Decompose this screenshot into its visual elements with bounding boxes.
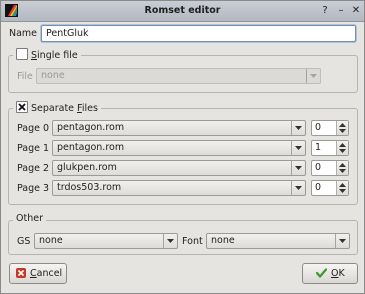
page-0-combo[interactable]: pentagon.rom <box>52 120 306 136</box>
chevron-down-icon <box>335 234 349 248</box>
page-0-number: 0 <box>315 122 322 133</box>
romset-editor-window: Romset editor ? – ✕ Name PentGluk Single… <box>0 0 365 294</box>
page-0-spinbox[interactable]: 0 <box>311 120 349 136</box>
page-3-label: Page 3 <box>17 183 50 194</box>
minimize-icon[interactable]: – <box>335 5 347 17</box>
page-3-file: trdos503.rom <box>57 182 122 193</box>
single-file-checkbox[interactable] <box>16 48 28 60</box>
cancel-label: Cancel <box>30 268 63 279</box>
name-label: Name <box>9 28 38 39</box>
name-value: PentGluk <box>46 28 89 39</box>
close-icon[interactable]: ✕ <box>350 5 362 17</box>
page-2-spinbox[interactable]: 0 <box>311 160 349 176</box>
page-1-label: Page 1 <box>17 143 50 154</box>
file-combo: none <box>36 68 321 84</box>
separate-files-checkbox[interactable] <box>16 101 28 113</box>
font-label: Font <box>182 236 203 247</box>
page-1-spinbox[interactable]: 1 <box>311 140 349 156</box>
separate-files-title-first: Separate <box>31 103 78 114</box>
page-1-number: 1 <box>315 142 322 153</box>
chevron-down-icon <box>291 121 305 135</box>
page-3-number: 0 <box>315 182 322 193</box>
page-1-combo[interactable]: pentagon.rom <box>52 140 306 156</box>
page-2-label: Page 2 <box>17 163 50 174</box>
single-file-title-rest: ingle file <box>37 50 78 61</box>
chevron-down-icon <box>306 69 320 83</box>
page-2-spin-buttons[interactable] <box>336 161 348 175</box>
page-1-file: pentagon.rom <box>57 142 125 153</box>
page-3-spin-buttons[interactable] <box>336 181 348 195</box>
chevron-down-icon <box>163 234 177 248</box>
page-3-spinbox[interactable]: 0 <box>311 180 349 196</box>
gs-combo-value: none <box>39 235 63 246</box>
page-3-combo[interactable]: trdos503.rom <box>52 180 306 196</box>
gs-label: GS <box>17 236 31 247</box>
ok-label: OK <box>331 268 345 279</box>
page-2-number: 0 <box>315 162 322 173</box>
separate-files-header: Separate Files <box>13 101 101 114</box>
ok-icon <box>316 268 327 278</box>
window-title: Romset editor <box>144 5 221 16</box>
cancel-icon <box>16 268 26 278</box>
chevron-down-icon <box>291 181 305 195</box>
other-title: Other <box>13 213 46 224</box>
page-2-combo[interactable]: glukpen.rom <box>52 160 306 176</box>
cancel-button[interactable]: Cancel <box>9 263 67 284</box>
single-file-header: Single file <box>13 48 81 61</box>
ok-button[interactable]: OK <box>302 263 358 284</box>
chevron-down-icon <box>291 161 305 175</box>
file-combo-value: none <box>41 70 65 81</box>
page-0-file: pentagon.rom <box>57 122 125 133</box>
page-1-spin-buttons[interactable] <box>336 141 348 155</box>
title-bar[interactable]: Romset editor ? – ✕ <box>1 1 364 22</box>
page-2-file: glukpen.rom <box>57 162 117 173</box>
separate-files-title-rest: iles <box>81 103 98 114</box>
name-input[interactable]: PentGluk <box>41 25 356 42</box>
chevron-down-icon <box>291 141 305 155</box>
file-label: File <box>17 71 33 82</box>
font-combo[interactable]: none <box>206 233 350 249</box>
page-0-label: Page 0 <box>17 123 50 134</box>
page-0-spin-buttons[interactable] <box>336 121 348 135</box>
gs-combo[interactable]: none <box>34 233 178 249</box>
help-icon[interactable]: ? <box>319 5 331 17</box>
font-combo-value: none <box>211 235 235 246</box>
